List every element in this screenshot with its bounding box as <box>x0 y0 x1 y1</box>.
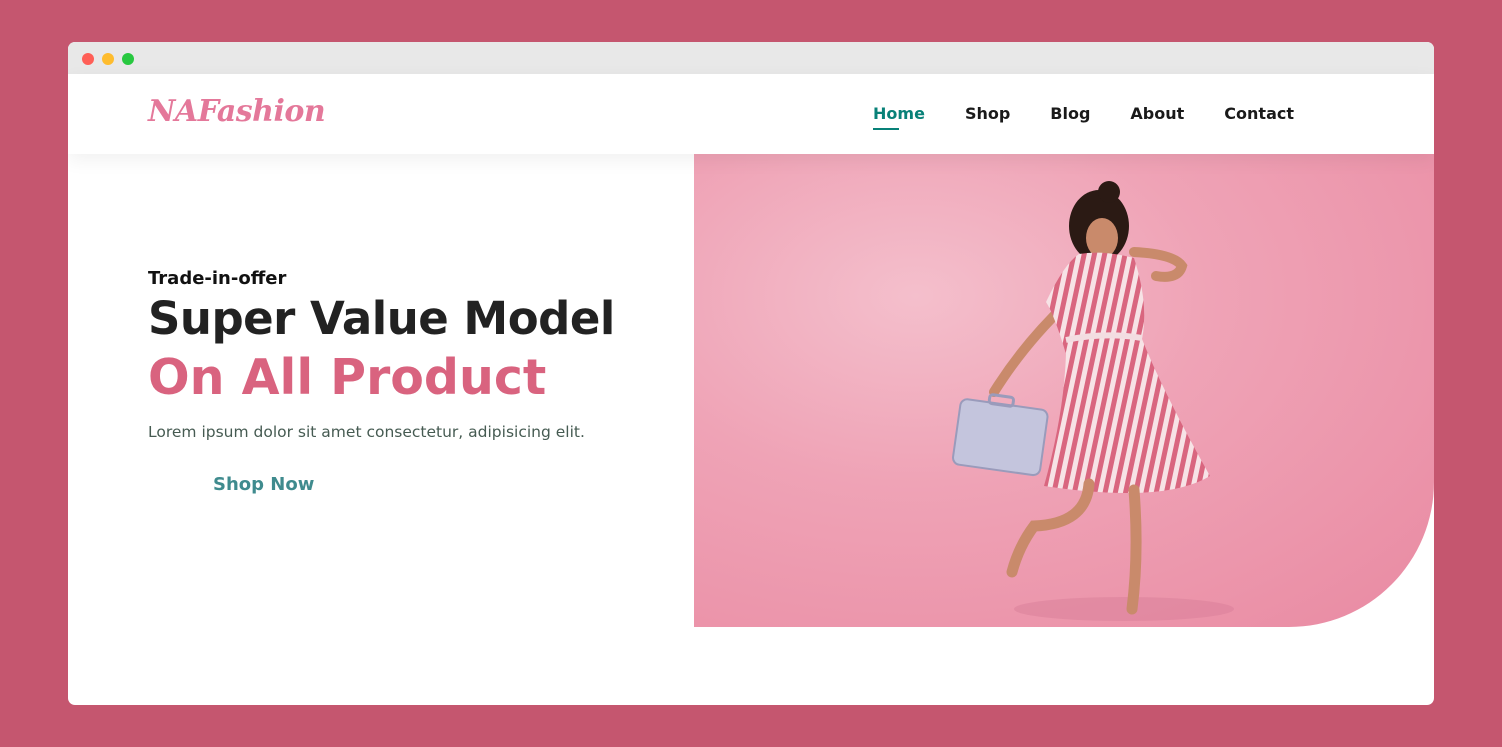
maximize-window-icon[interactable] <box>122 53 134 65</box>
site-header: NAFashion Home Shop Blog About Contact <box>68 74 1434 154</box>
nav-link-contact[interactable]: Contact <box>1224 104 1294 123</box>
window-titlebar <box>68 42 1434 74</box>
browser-window: NAFashion Home Shop Blog About Contact T… <box>68 42 1434 705</box>
woman-with-suitcase-illustration <box>952 181 1234 621</box>
close-window-icon[interactable] <box>82 53 94 65</box>
nav-link-blog[interactable]: Blog <box>1050 104 1090 123</box>
hero-subheadline: On All Product <box>148 349 547 406</box>
site-logo[interactable]: NAFashion <box>148 94 326 129</box>
main-navigation: Home Shop Blog About Contact <box>873 104 1294 130</box>
nav-link-about[interactable]: About <box>1130 104 1184 123</box>
hero-text: Trade-in-offer Super Value Model On All … <box>148 268 668 495</box>
nav-link-home[interactable]: Home <box>873 104 925 130</box>
hero-headline: Super Value Model <box>148 292 615 345</box>
nav-link-shop[interactable]: Shop <box>965 104 1010 123</box>
hero-offer-label: Trade-in-offer <box>148 268 287 289</box>
hero-image <box>694 154 1434 627</box>
hero-description: Lorem ipsum dolor sit amet consectetur, … <box>148 423 585 441</box>
shop-now-button[interactable]: Shop Now <box>213 474 314 495</box>
minimize-window-icon[interactable] <box>102 53 114 65</box>
